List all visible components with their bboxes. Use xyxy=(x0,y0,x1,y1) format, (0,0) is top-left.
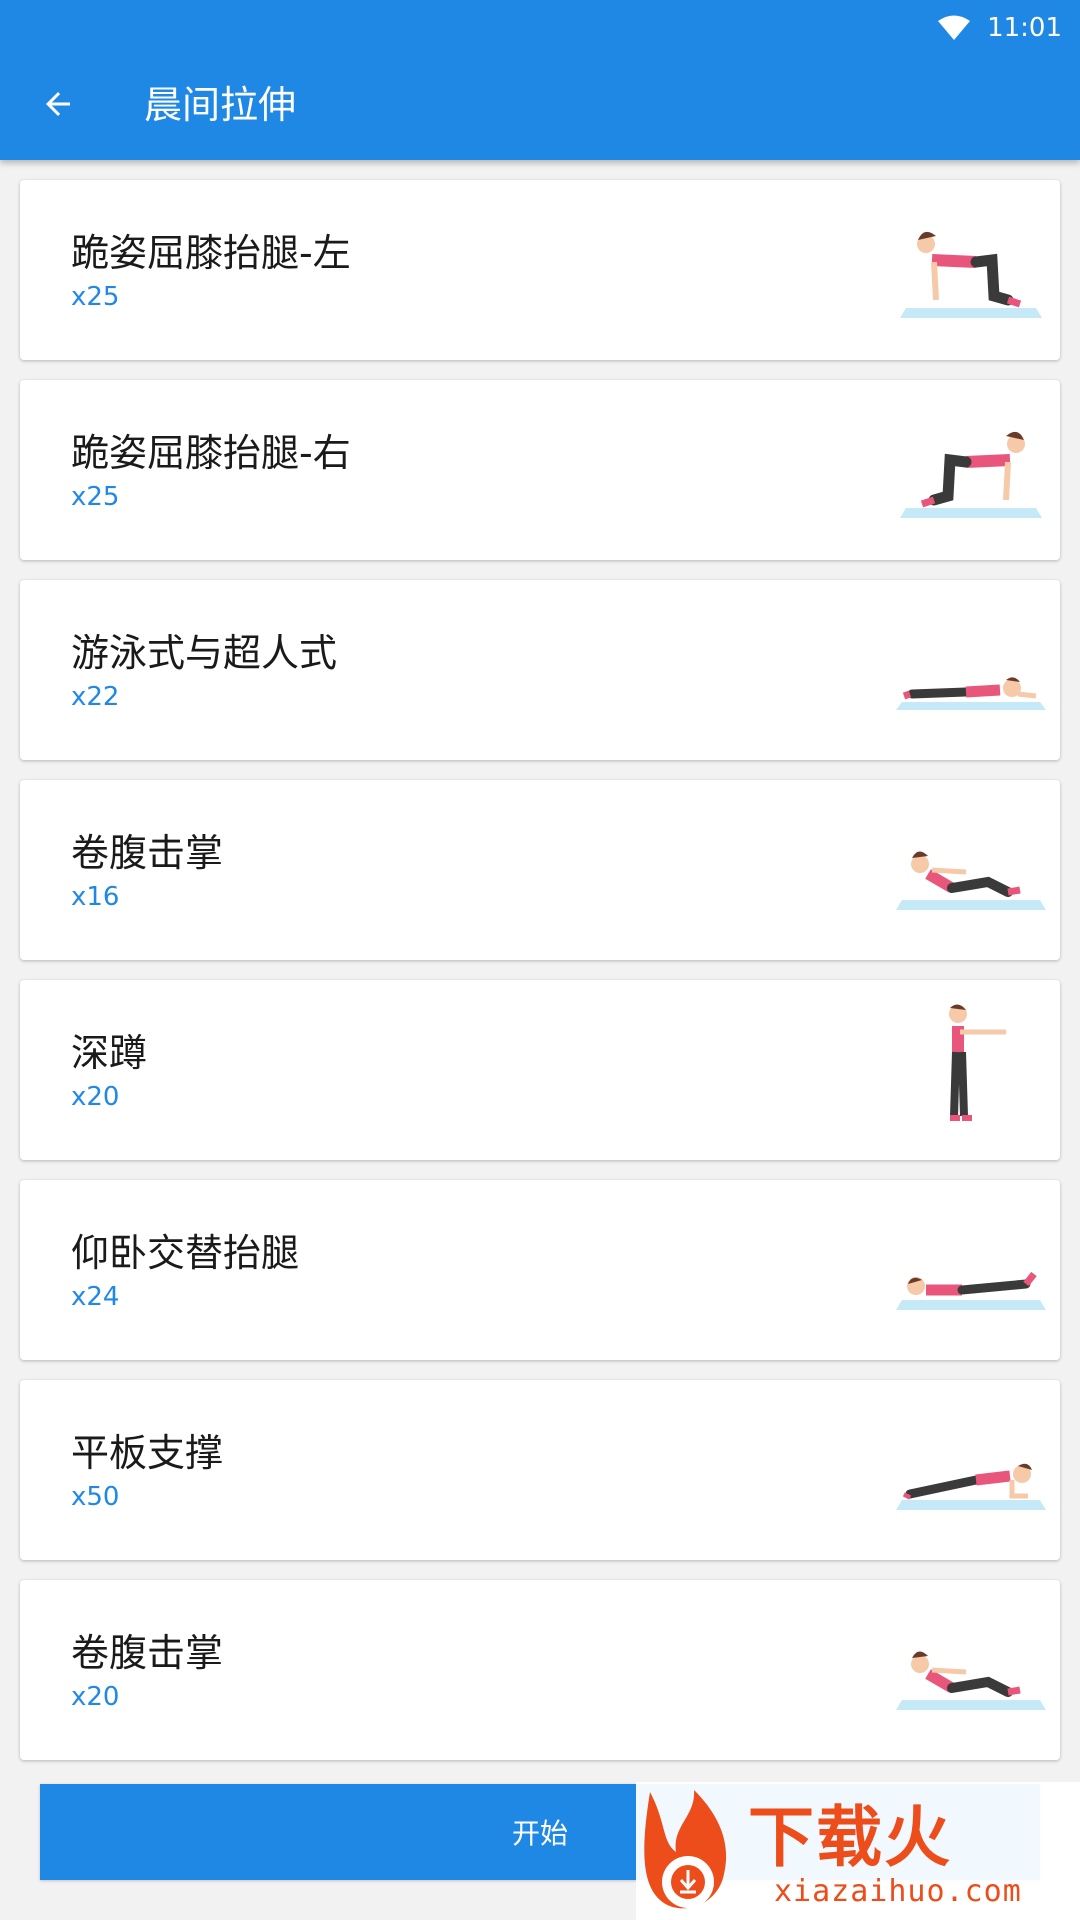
exercise-name: 卷腹击掌 xyxy=(71,831,224,875)
exercise-illustration xyxy=(896,1600,1046,1740)
exercise-card[interactable]: 卷腹击掌 x20 xyxy=(20,1580,1060,1760)
exercise-card[interactable]: 平板支撑 x50 xyxy=(20,1380,1060,1560)
exercise-list: 跪姿屈膝抬腿-左 x25 跪姿屈膝抬腿-右 x25 游泳式与超人式 x22 卷腹… xyxy=(20,180,1060,1780)
exercise-card[interactable]: 卷腹击掌 x16 xyxy=(20,780,1060,960)
exercise-illustration xyxy=(896,1000,1046,1140)
exercise-count: x50 xyxy=(71,1482,120,1512)
exercise-card[interactable]: 跪姿屈膝抬腿-左 x25 xyxy=(20,180,1060,360)
exercise-name: 仰卧交替抬腿 xyxy=(71,1231,300,1275)
exercise-count: x16 xyxy=(71,882,120,912)
watermark-text: 下载火 xyxy=(748,1799,952,1876)
exercise-name: 卷腹击掌 xyxy=(71,1631,224,1675)
exercise-name: 深蹲 xyxy=(71,1031,148,1075)
exercise-illustration xyxy=(896,600,1046,740)
exercise-illustration xyxy=(896,400,1046,540)
exercise-count: x20 xyxy=(71,1082,120,1112)
exercise-name: 平板支撑 xyxy=(71,1431,224,1475)
exercise-count: x22 xyxy=(71,682,120,712)
back-button[interactable] xyxy=(32,78,84,130)
exercise-card[interactable]: 深蹲 x20 xyxy=(20,980,1060,1160)
exercise-count: x20 xyxy=(71,1682,120,1712)
exercise-card[interactable]: 游泳式与超人式 x22 xyxy=(20,580,1060,760)
watermark-url: xiazaihuo.com xyxy=(774,1874,1022,1909)
exercise-illustration xyxy=(896,800,1046,940)
wifi-icon xyxy=(938,15,971,40)
flame-logo-icon xyxy=(644,1790,727,1909)
exercise-illustration xyxy=(896,1400,1046,1540)
exercise-card[interactable]: 跪姿屈膝抬腿-右 x25 xyxy=(20,380,1060,560)
exercise-card[interactable]: 仰卧交替抬腿 x24 xyxy=(20,1180,1060,1360)
status-bar: 11:01 xyxy=(937,8,1062,48)
status-time: 11:01 xyxy=(987,13,1062,43)
page-title: 晨间拉伸 xyxy=(144,83,297,127)
exercise-name: 游泳式与超人式 xyxy=(71,631,338,675)
exercise-count: x24 xyxy=(71,1282,120,1312)
exercise-illustration xyxy=(896,1200,1046,1340)
arrow-back-icon xyxy=(46,92,70,116)
exercise-illustration xyxy=(896,200,1046,340)
watermark: 下载火 xiazaihuo.com xyxy=(636,1782,1080,1920)
exercise-name: 跪姿屈膝抬腿-左 xyxy=(71,231,351,275)
exercise-name: 跪姿屈膝抬腿-右 xyxy=(71,431,351,475)
exercise-count: x25 xyxy=(71,482,120,512)
app-bar: 11:01 晨间拉伸 xyxy=(0,0,1080,160)
start-button-label: 开始 xyxy=(511,1817,568,1850)
exercise-count: x25 xyxy=(71,282,120,312)
